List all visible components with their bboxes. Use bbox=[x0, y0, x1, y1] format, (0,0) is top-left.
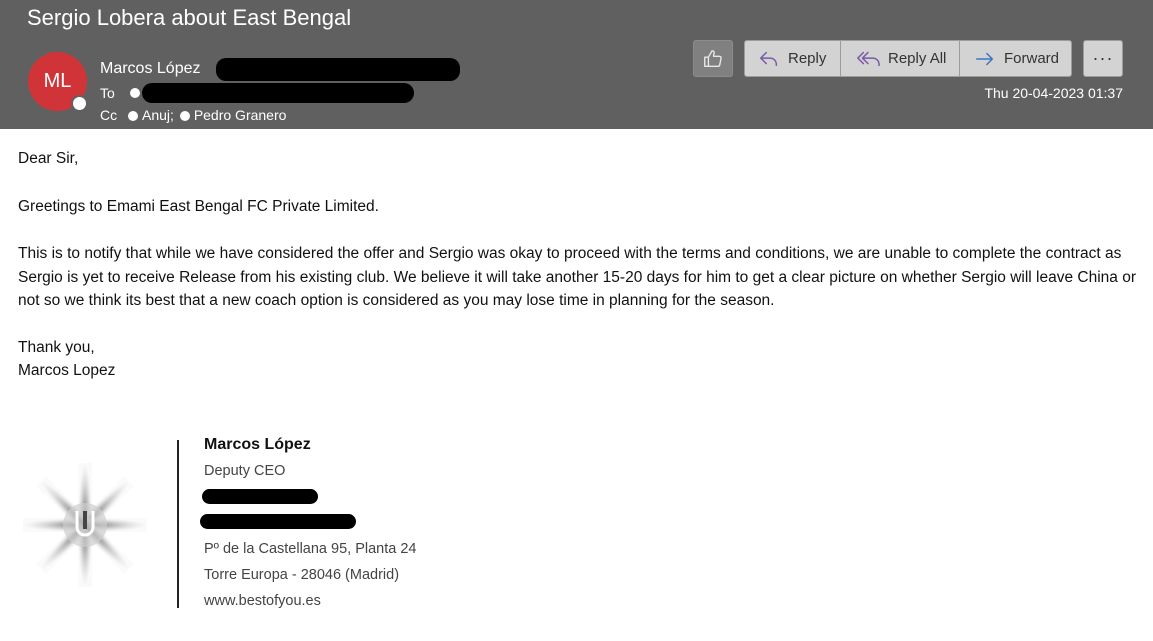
reply-label: Reply bbox=[788, 50, 827, 67]
message-body: Dear Sir, Greetings to Emami East Bengal… bbox=[18, 147, 1138, 383]
cc-presence-icon bbox=[179, 111, 190, 121]
signature-title: Deputy CEO bbox=[204, 463, 286, 479]
like-button[interactable] bbox=[693, 40, 733, 77]
company-logo-icon bbox=[23, 463, 147, 587]
cc-label: Cc bbox=[100, 107, 118, 123]
sent-timestamp: Thu 20-04-2023 01:37 bbox=[984, 85, 1123, 101]
greeting: Dear Sir, bbox=[18, 150, 79, 167]
signature-website-link[interactable]: www.bestofyou.es bbox=[204, 593, 321, 609]
avatar-initials: ML bbox=[43, 70, 72, 92]
reply-all-icon bbox=[857, 51, 880, 66]
more-actions-button[interactable]: ··· bbox=[1083, 40, 1123, 77]
signature-address-line1: Pº de la Castellana 95, Planta 24 bbox=[204, 541, 417, 557]
recipient-presence-icon bbox=[130, 88, 140, 98]
forward-label: Forward bbox=[1004, 50, 1060, 67]
forward-icon bbox=[976, 52, 994, 65]
reply-all-button[interactable]: Reply All bbox=[840, 40, 960, 77]
intro-paragraph: Greetings to Emami East Bengal FC Privat… bbox=[18, 197, 379, 215]
cc-recipients: Anuj; Pedro Granero bbox=[128, 107, 286, 123]
cc-recipient-anuj[interactable]: Anuj; bbox=[142, 107, 174, 123]
to-label: To bbox=[100, 85, 115, 101]
message-header: Sergio Lobera about East Bengal ML Marco… bbox=[0, 0, 1153, 129]
thumbs-up-icon bbox=[704, 49, 722, 67]
redacted-signature-line bbox=[202, 489, 318, 504]
signoff-name: Marcos Lopez bbox=[18, 362, 116, 379]
forward-button[interactable]: Forward bbox=[959, 40, 1072, 77]
reply-all-label: Reply All bbox=[888, 50, 947, 67]
signature-name: Marcos López bbox=[204, 436, 311, 453]
main-paragraph: This is to notify that while we have con… bbox=[18, 245, 1136, 309]
signature-divider bbox=[177, 440, 179, 608]
cc-presence-icon bbox=[128, 111, 138, 121]
more-icon: ··· bbox=[1092, 48, 1114, 68]
reply-button[interactable]: Reply bbox=[744, 40, 841, 77]
sender-name[interactable]: Marcos López bbox=[100, 60, 201, 78]
reply-icon bbox=[760, 51, 778, 66]
email-subject: Sergio Lobera about East Bengal bbox=[27, 5, 352, 30]
closing: Thank you, bbox=[18, 338, 95, 356]
signature-address-line2: Torre Europa - 28046 (Madrid) bbox=[204, 567, 400, 583]
redacted-signature-line bbox=[200, 514, 356, 529]
redacted-sender-email bbox=[216, 58, 460, 81]
presence-status-icon bbox=[71, 95, 88, 112]
cc-recipient-pedro[interactable]: Pedro Granero bbox=[194, 107, 287, 123]
redacted-recipient bbox=[142, 83, 414, 103]
